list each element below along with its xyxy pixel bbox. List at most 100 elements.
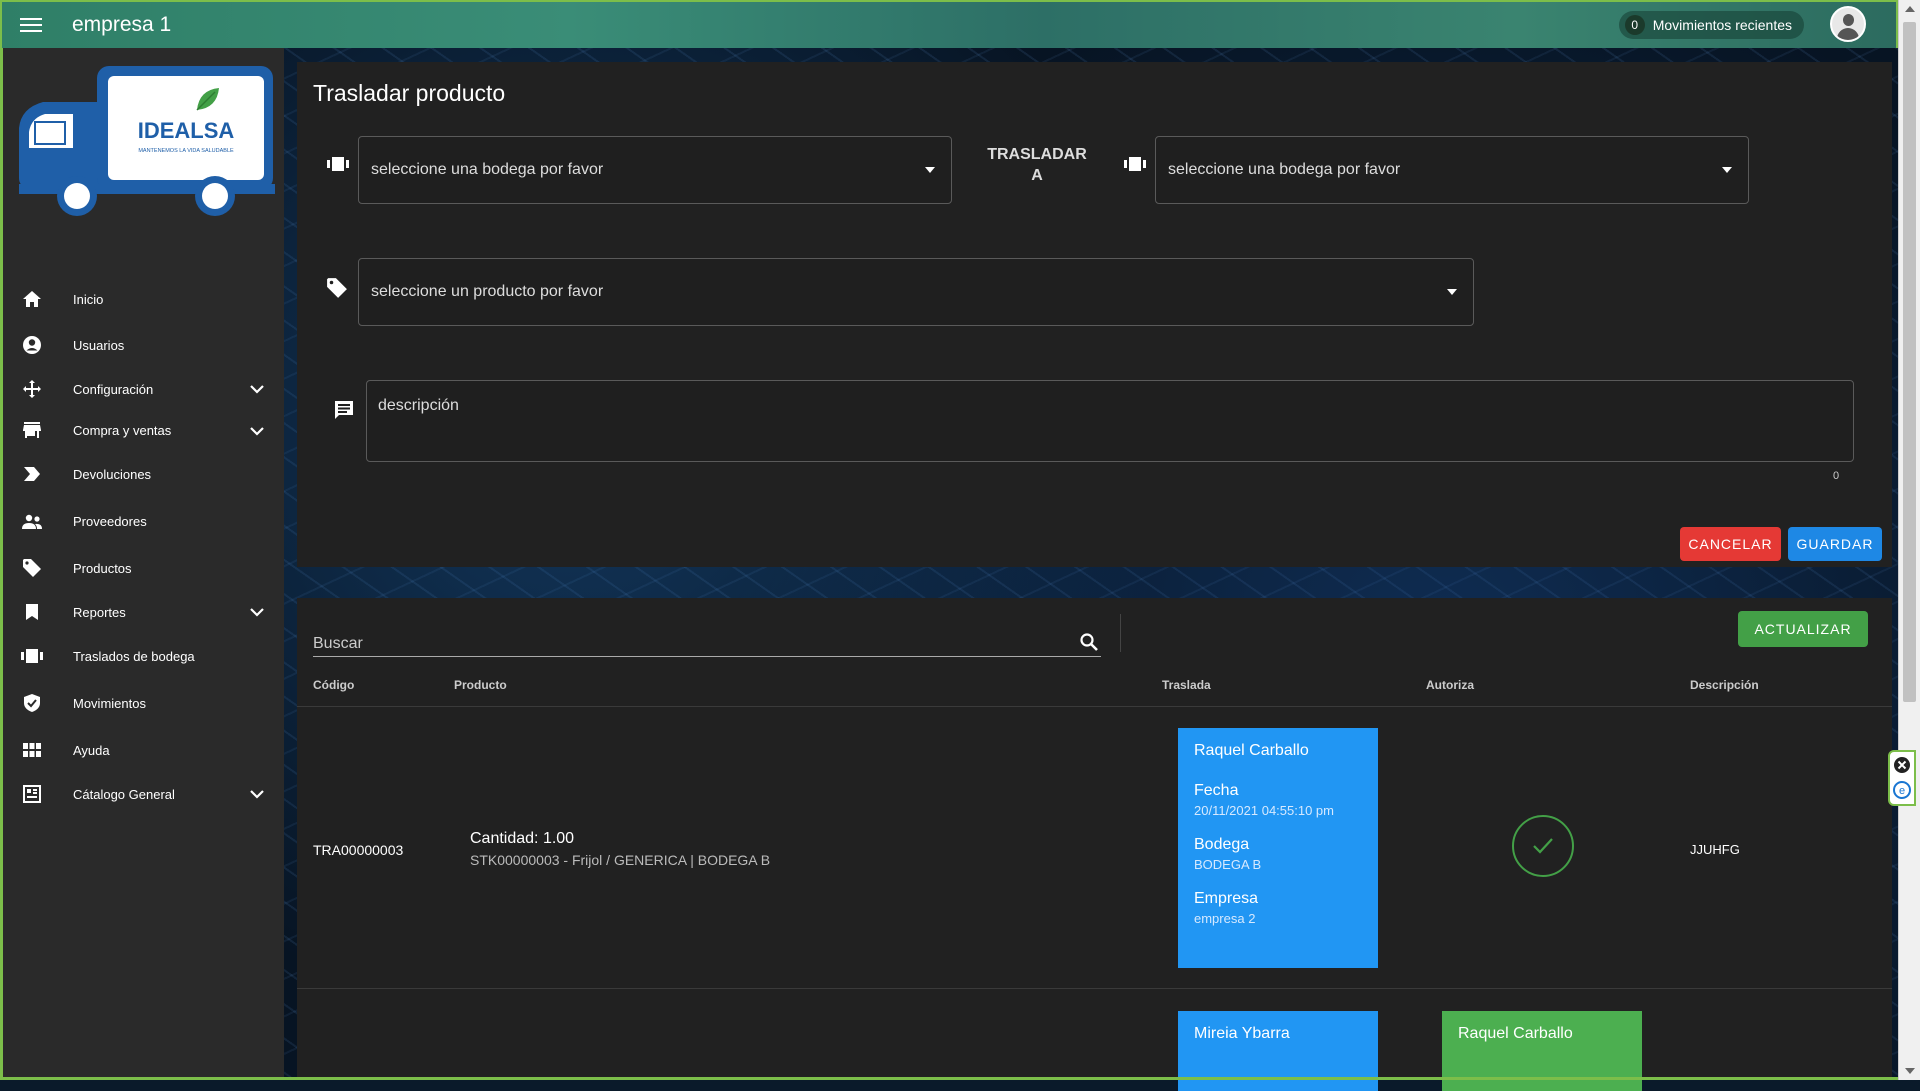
transfers-table-panel: Buscar Actualizar Código Producto Trasla…	[297, 598, 1892, 1091]
sidebar-item-movimientos[interactable]: Movimientos	[3, 679, 284, 727]
column-header-codigo[interactable]: Código	[313, 678, 354, 692]
floating-widget[interactable]: e	[1888, 750, 1916, 806]
home-icon	[18, 290, 46, 308]
product-select[interactable]: seleccione un producto por favor	[358, 258, 1474, 326]
page-title: Trasladar producto	[313, 80, 506, 106]
page-scrollbar[interactable]	[1898, 0, 1920, 1080]
traslada-card: Raquel Carballo Fecha 20/11/2021 04:55:1…	[1178, 728, 1378, 968]
catalog-icon	[18, 785, 46, 803]
sidebar-item-inicio[interactable]: Inicio	[3, 276, 284, 322]
description-placeholder: descripción	[378, 397, 459, 414]
transfer-to-label-line1: TRASLADAR	[987, 146, 1087, 163]
transfer-icon	[327, 157, 349, 176]
recent-movements-count: 0	[1624, 15, 1645, 35]
sidebar-item-label: Proveedores	[73, 514, 147, 529]
dropdown-arrow-icon	[925, 167, 935, 173]
transfer-code: TRA00000003	[313, 842, 404, 858]
quantity: Cantidad: 1.00	[470, 830, 575, 847]
company-logo: IDEALSA MANTENEMOS LA VIDA SALUDABLE	[13, 58, 277, 218]
move-arrows-icon	[18, 379, 46, 399]
column-header-autoriza[interactable]: Autoriza	[1426, 678, 1474, 692]
row-description: JJUHFG	[1690, 842, 1740, 857]
transfer-to-label-line2: A	[1031, 167, 1043, 184]
chevron-down-icon[interactable]	[250, 787, 264, 802]
dropdown-arrow-icon	[1722, 167, 1732, 173]
transfer-to-label: TRASLADAR A	[987, 144, 1087, 186]
divider	[1120, 614, 1121, 652]
search-placeholder: Buscar	[313, 635, 363, 652]
column-header-producto[interactable]: Producto	[454, 678, 507, 692]
sidebar-item-productos[interactable]: Productos	[3, 545, 284, 591]
recent-movements-chip[interactable]: 0 Movimientos recientes	[1618, 11, 1804, 39]
account-circle-icon	[18, 335, 46, 355]
product-detail: STK00000003 - Frijol / GENERICA | BODEGA…	[470, 852, 771, 868]
bookmark-icon	[18, 603, 46, 621]
tag-icon	[18, 558, 46, 578]
sidebar-item-configuracion[interactable]: Configuración	[3, 368, 284, 410]
dropdown-arrow-icon	[1447, 289, 1457, 295]
transfer-icon	[18, 649, 46, 663]
scroll-down-icon[interactable]	[1905, 1068, 1915, 1074]
sidebar-item-label: Configuración	[73, 381, 154, 397]
hamburger-menu-icon[interactable]	[20, 17, 42, 33]
scrollbar-thumb[interactable]	[1903, 22, 1916, 702]
origin-warehouse-select[interactable]: seleccione una bodega por favor	[358, 136, 952, 204]
transfer-icon	[1124, 157, 1146, 176]
sidebar-item-label: Reportes	[73, 604, 126, 620]
table-row[interactable]: Mireia Ybarra Raquel Carballo	[297, 989, 1892, 1091]
sidebar-item-compra-ventas[interactable]: Compra y ventas	[3, 410, 284, 450]
traslada-user: Raquel Carballo	[1194, 742, 1309, 759]
label-arrow-icon	[18, 466, 46, 482]
logo-tagline-text: MANTENEMOS LA VIDA SALUDABLE	[138, 148, 234, 154]
sidebar-item-label: Cátalogo General	[73, 786, 175, 802]
search-icon[interactable]	[1079, 632, 1099, 657]
app-title: empresa 1	[72, 13, 172, 36]
sidebar-item-reportes[interactable]: Reportes	[3, 591, 284, 633]
sidebar-item-usuarios[interactable]: Usuarios	[3, 322, 284, 368]
table-header: Código Producto Traslada Autoriza Descri…	[297, 660, 1892, 707]
store-icon	[18, 421, 46, 439]
tag-icon	[326, 277, 348, 304]
destination-warehouse-placeholder: seleccione una bodega por favor	[1168, 161, 1401, 178]
sidebar-item-label: Ayuda	[73, 742, 110, 758]
sidebar-item-proveedores[interactable]: Proveedores	[3, 498, 284, 545]
empresa-label: Empresa	[1194, 890, 1259, 907]
top-app-bar: empresa 1 0 Movimientos recientes	[0, 0, 1898, 48]
save-button[interactable]: Guardar	[1788, 527, 1882, 561]
column-header-descripcion[interactable]: Descripción	[1690, 678, 1759, 692]
user-avatar[interactable]	[1830, 6, 1866, 42]
fecha-value: 20/11/2021 04:55:10 pm	[1194, 803, 1334, 818]
column-header-traslada[interactable]: Traslada	[1162, 678, 1211, 692]
scroll-up-icon[interactable]	[1905, 6, 1915, 12]
chevron-down-icon[interactable]	[250, 424, 264, 439]
description-textarea[interactable]: descripción	[366, 380, 1854, 462]
cancel-button[interactable]: Cancelar	[1680, 527, 1781, 561]
refresh-button[interactable]: Actualizar	[1738, 611, 1868, 647]
authorized-check-icon	[1512, 815, 1574, 877]
recent-movements-label: Movimientos recientes	[1652, 17, 1792, 33]
svg-text:e: e	[1899, 785, 1905, 797]
transfer-form-panel: Trasladar producto seleccione una bodega…	[297, 62, 1892, 567]
destination-warehouse-select[interactable]: seleccione una bodega por favor	[1155, 136, 1749, 204]
autoriza-user: Raquel Carballo	[1458, 1025, 1573, 1042]
people-icon	[18, 514, 46, 530]
sidebar-item-label: Traslados de bodega	[73, 648, 195, 664]
sidebar-nav: Inicio Usuarios Configuración Compra y v…	[3, 276, 284, 815]
table-row[interactable]: TRA00000003 Cantidad: 1.00 STK00000003 -…	[297, 706, 1892, 989]
sidebar: IDEALSA MANTENEMOS LA VIDA SALUDABLE Ini…	[0, 48, 284, 1080]
sidebar-item-label: Inicio	[73, 291, 104, 307]
bodega-label: Bodega	[1194, 836, 1250, 853]
sidebar-item-devoluciones[interactable]: Devoluciones	[3, 450, 284, 498]
chevron-down-icon[interactable]	[250, 382, 264, 397]
sidebar-item-ayuda[interactable]: Ayuda	[3, 727, 284, 773]
empresa-value: empresa 2	[1194, 911, 1256, 926]
sidebar-item-label: Compra y ventas	[73, 422, 172, 438]
search-field[interactable]: Buscar	[313, 616, 1101, 657]
sidebar-item-traslados-bodega[interactable]: Traslados de bodega	[3, 633, 284, 679]
sidebar-item-label: Usuarios	[73, 337, 125, 353]
chevron-down-icon[interactable]	[250, 605, 264, 620]
bodega-value: BODEGA B	[1194, 857, 1262, 872]
sidebar-item-catalogo-general[interactable]: Cátalogo General	[3, 773, 284, 815]
char-counter: 0	[1833, 470, 1840, 482]
shield-check-icon	[18, 693, 46, 713]
